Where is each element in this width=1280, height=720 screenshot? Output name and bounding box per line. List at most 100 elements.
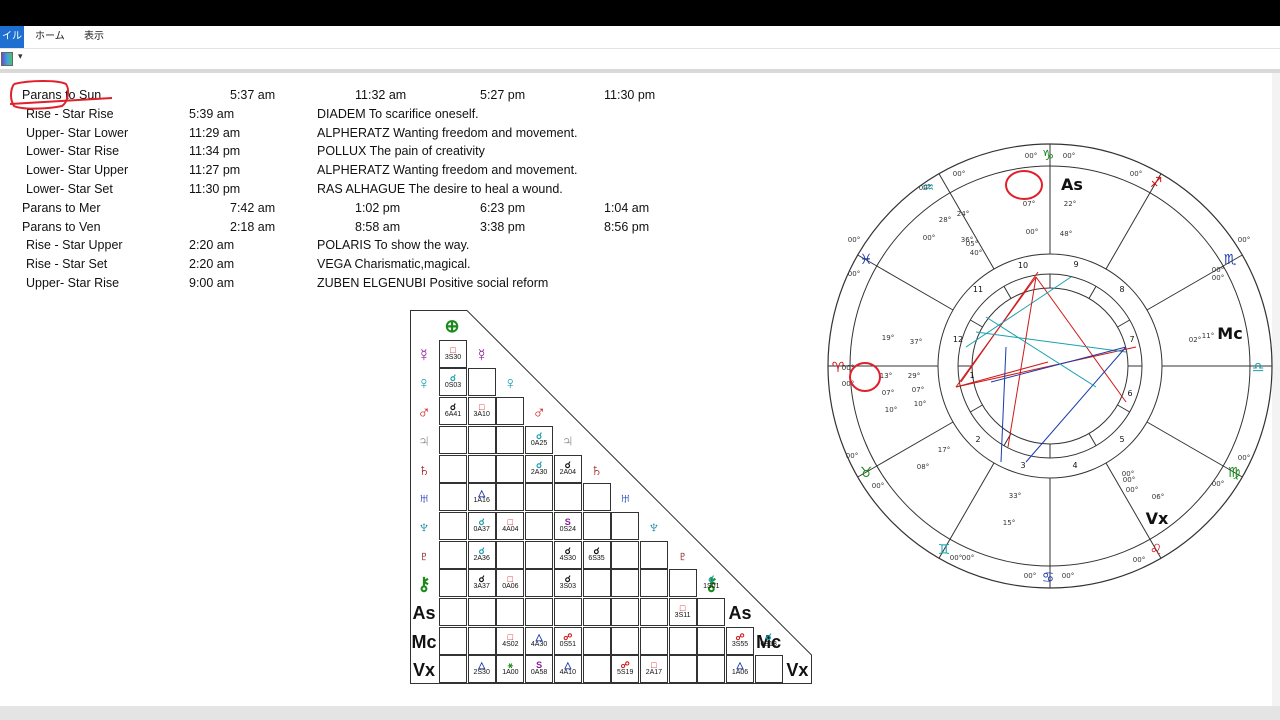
house-number: 9 xyxy=(1073,260,1078,269)
tab-view[interactable]: 表示 xyxy=(84,26,104,48)
house-cusp-line xyxy=(949,462,995,540)
grid-cell[interactable] xyxy=(525,483,554,512)
grid-cell[interactable] xyxy=(496,397,525,426)
grid-cell[interactable] xyxy=(467,425,496,454)
grid-cell[interactable] xyxy=(582,598,611,626)
grid-cell[interactable] xyxy=(553,483,582,512)
quick-access-toolbar: ▾ xyxy=(0,49,1280,69)
zodiac-sign-glyph: ♉ xyxy=(860,465,873,481)
grid-cell[interactable] xyxy=(467,626,496,655)
grid-cell[interactable] xyxy=(439,626,467,655)
grid-cell[interactable] xyxy=(496,540,525,569)
grid-cell[interactable] xyxy=(582,626,611,655)
aspect-orb-label: 6S35 xyxy=(588,554,605,562)
planet-degree-label: 00° xyxy=(1026,228,1038,236)
grid-cell[interactable] xyxy=(582,655,611,684)
grid-row-glyph: ⚷ xyxy=(417,574,431,595)
ascendant-label: As xyxy=(1061,175,1083,194)
degree-label: 00° xyxy=(1212,266,1224,274)
grid-cell[interactable] xyxy=(582,511,611,540)
grid-cell[interactable] xyxy=(668,626,697,655)
house-cusp-line xyxy=(1146,421,1224,467)
planet-degree-label: 07° xyxy=(1023,200,1035,208)
report-cell: 5:27 pm xyxy=(480,88,526,102)
grid-cell[interactable] xyxy=(439,598,467,626)
grid-cell[interactable] xyxy=(668,655,697,684)
file-tab[interactable]: イル xyxy=(0,26,24,48)
grid-cell[interactable] xyxy=(611,626,640,655)
horizontal-scrollbar[interactable] xyxy=(0,706,1280,720)
house-number: 8 xyxy=(1119,285,1124,294)
grid-cell[interactable] xyxy=(439,483,467,512)
aspect-symbol: □ xyxy=(507,516,514,527)
report-cell: DIADEM To scarifice oneself. xyxy=(317,106,479,121)
grid-cell[interactable] xyxy=(553,598,582,626)
grid-row-glyph: ♃ xyxy=(417,430,431,451)
grid-planet-glyph: ♅ xyxy=(618,488,632,509)
aspect-orb-label: 3S11 xyxy=(674,612,691,619)
degree-label: 00° xyxy=(923,234,935,242)
report-cell: VEGA Charismatic,magical. xyxy=(317,257,471,272)
grid-cell[interactable] xyxy=(439,540,467,569)
grid-cell[interactable] xyxy=(496,425,525,454)
zodiac-sign-glyph: ♐ xyxy=(1150,175,1163,191)
grid-cell[interactable] xyxy=(439,655,467,684)
aspect-symbol: ☌ xyxy=(708,574,715,585)
grid-cell[interactable] xyxy=(639,626,668,655)
degree-label: 00° xyxy=(1126,486,1138,494)
grid-cell[interactable] xyxy=(697,598,726,626)
grid-cell[interactable] xyxy=(525,511,554,540)
grid-cell[interactable] xyxy=(668,569,697,598)
house-number-divider xyxy=(1117,404,1130,413)
grid-cell[interactable] xyxy=(467,368,496,397)
grid-row-glyph: As xyxy=(412,603,436,623)
palette-icon[interactable] xyxy=(1,52,13,66)
report-cell: 11:27 pm xyxy=(189,163,241,178)
aspect-entry: □ 2A17 xyxy=(640,661,668,677)
report-cell: 2:20 am xyxy=(189,257,235,272)
grid-cell[interactable] xyxy=(439,569,467,598)
grid-row-glyph: ♇ xyxy=(417,545,431,566)
report-cell: 5:37 am xyxy=(230,88,276,102)
grid-cell[interactable] xyxy=(754,655,783,684)
grid-cell[interactable] xyxy=(582,483,611,512)
grid-cell[interactable] xyxy=(697,626,726,655)
zodiac-sign-glyph: ♏ xyxy=(1224,252,1237,268)
customize-dropdown-icon[interactable]: ▾ xyxy=(18,51,23,62)
aspect-orb-label: 1A06 xyxy=(731,669,749,677)
grid-cell[interactable] xyxy=(639,569,668,598)
tab-home[interactable]: ホーム xyxy=(35,26,65,48)
grid-cell[interactable] xyxy=(639,598,668,626)
grid-cell[interactable] xyxy=(639,540,668,569)
planet-degree-label: 33° xyxy=(1009,492,1021,500)
grid-cell[interactable] xyxy=(496,598,525,626)
report-cell: Lower- Star Set xyxy=(26,182,113,196)
grid-cell[interactable] xyxy=(697,655,726,684)
house-number-divider xyxy=(970,404,983,413)
grid-cell[interactable] xyxy=(439,454,467,483)
grid-cell[interactable] xyxy=(525,569,554,598)
aspect-symbol: S xyxy=(536,660,543,671)
grid-cell[interactable] xyxy=(611,511,640,540)
report-cell: 11:29 am xyxy=(189,125,241,140)
grid-cell[interactable] xyxy=(525,598,554,626)
degree-label: 00° xyxy=(1024,572,1036,580)
grid-cell[interactable] xyxy=(611,598,640,626)
grid-row-glyph: Vx xyxy=(412,660,436,681)
planet-degree-label: 24° xyxy=(957,210,969,218)
grid-cell[interactable] xyxy=(496,454,525,483)
grid-cell[interactable] xyxy=(439,425,467,454)
grid-cell[interactable] xyxy=(611,540,640,569)
grid-cell[interactable] xyxy=(525,540,554,569)
grid-cell[interactable] xyxy=(611,569,640,598)
grid-cell[interactable] xyxy=(467,454,496,483)
grid-cell[interactable] xyxy=(496,483,525,512)
report-cell: 8:58 am xyxy=(355,219,401,234)
aspect-orb-label: 2A04 xyxy=(559,468,576,476)
planet-degree-label: 17° xyxy=(938,446,950,454)
grid-cell[interactable] xyxy=(439,511,467,540)
degree-label: 00° xyxy=(950,554,962,562)
grid-cell[interactable] xyxy=(467,598,496,626)
grid-cell[interactable] xyxy=(582,569,611,598)
grid-row-glyph: ♄ xyxy=(417,459,431,480)
